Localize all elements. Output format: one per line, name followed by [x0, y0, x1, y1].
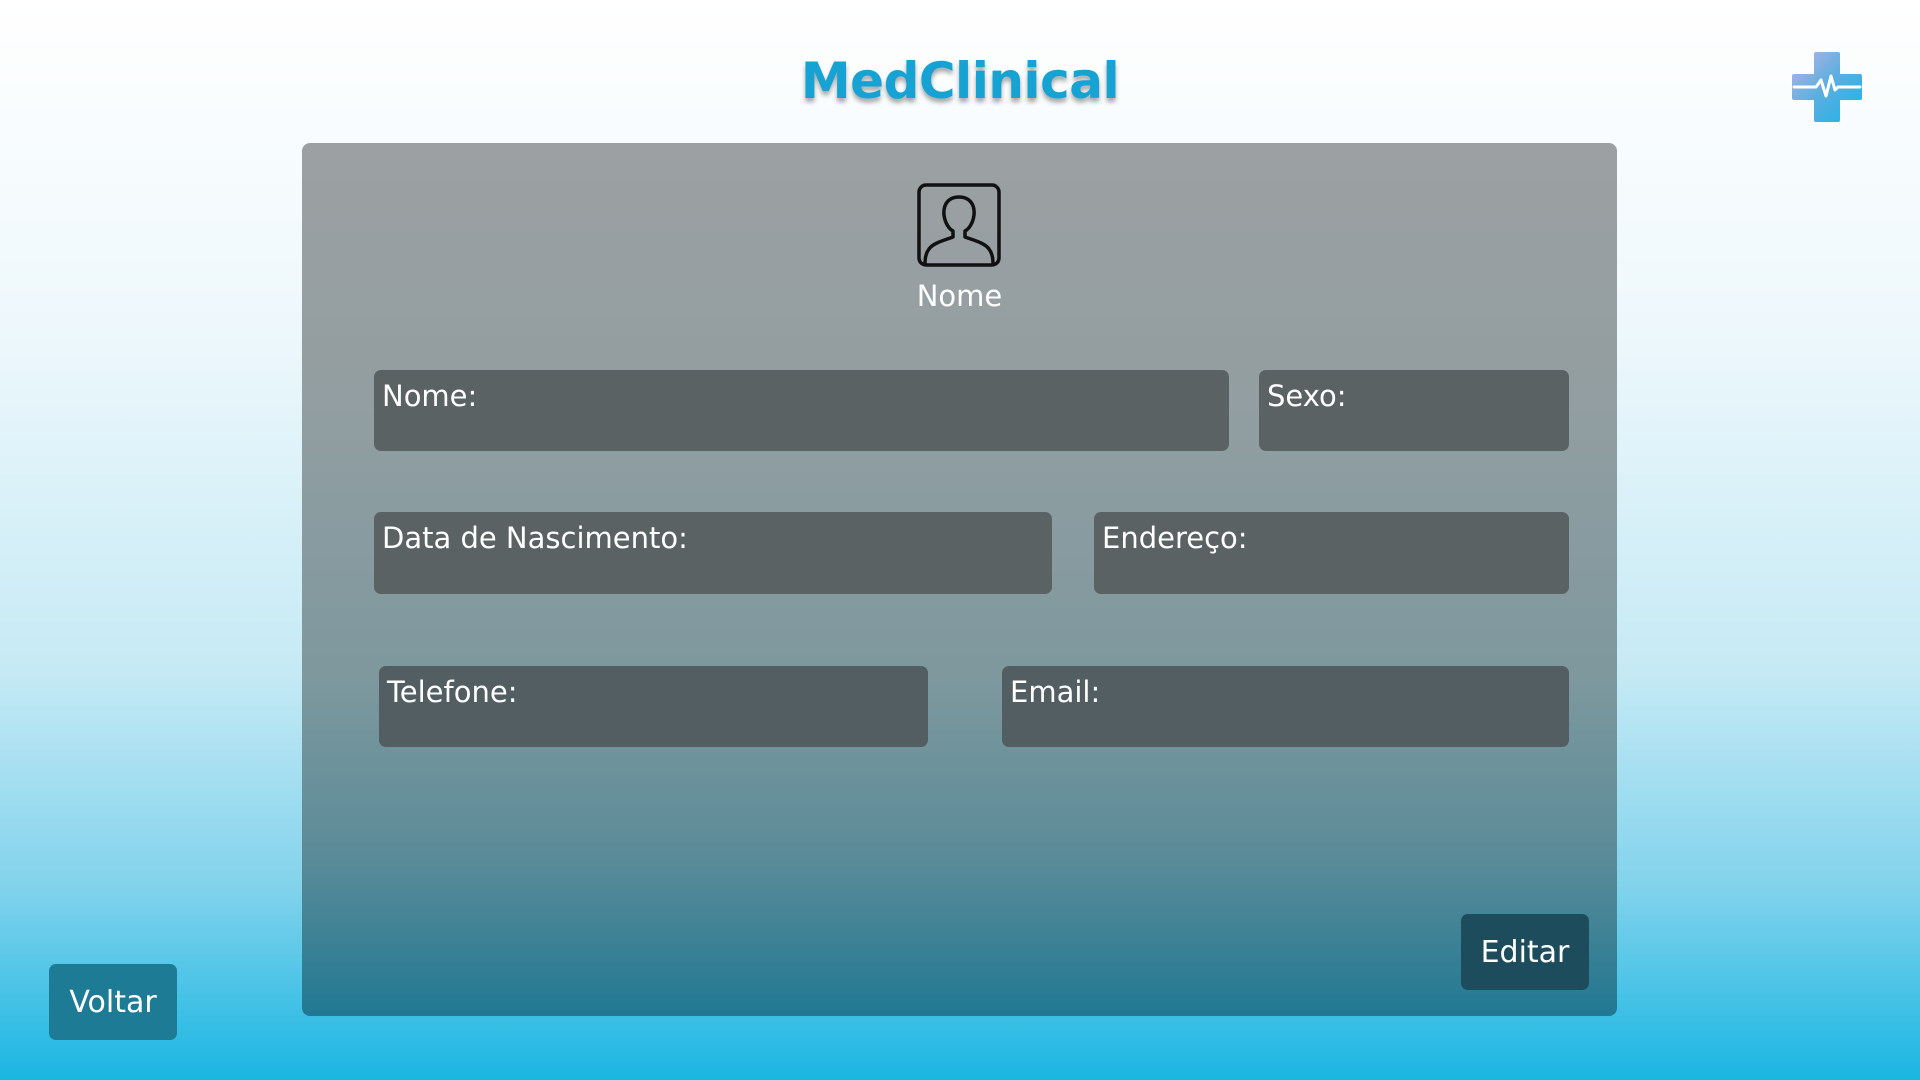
- nome-field[interactable]: Nome:: [374, 370, 1229, 451]
- telefone-label: Telefone:: [387, 675, 518, 709]
- data-nascimento-field[interactable]: Data de Nascimento:: [374, 512, 1052, 594]
- back-button[interactable]: Voltar: [49, 964, 177, 1040]
- email-label: Email:: [1010, 675, 1101, 709]
- nome-label: Nome:: [382, 379, 478, 413]
- medical-cross-logo-icon: [1792, 52, 1862, 122]
- sexo-label: Sexo:: [1267, 379, 1347, 413]
- edit-button[interactable]: Editar: [1461, 914, 1589, 990]
- telefone-field[interactable]: Telefone:: [379, 666, 928, 747]
- email-field[interactable]: Email:: [1002, 666, 1569, 747]
- endereco-label: Endereço:: [1102, 521, 1248, 555]
- user-silhouette-icon: [917, 183, 1001, 267]
- sexo-field[interactable]: Sexo:: [1259, 370, 1569, 451]
- patient-card: Nome Nome: Sexo: Data de Nascimento: End…: [302, 143, 1617, 1016]
- profile-name: Nome: [916, 279, 1003, 313]
- endereco-field[interactable]: Endereço:: [1094, 512, 1569, 594]
- app-title: MedClinical: [800, 52, 1120, 110]
- data-nascimento-label: Data de Nascimento:: [382, 521, 688, 555]
